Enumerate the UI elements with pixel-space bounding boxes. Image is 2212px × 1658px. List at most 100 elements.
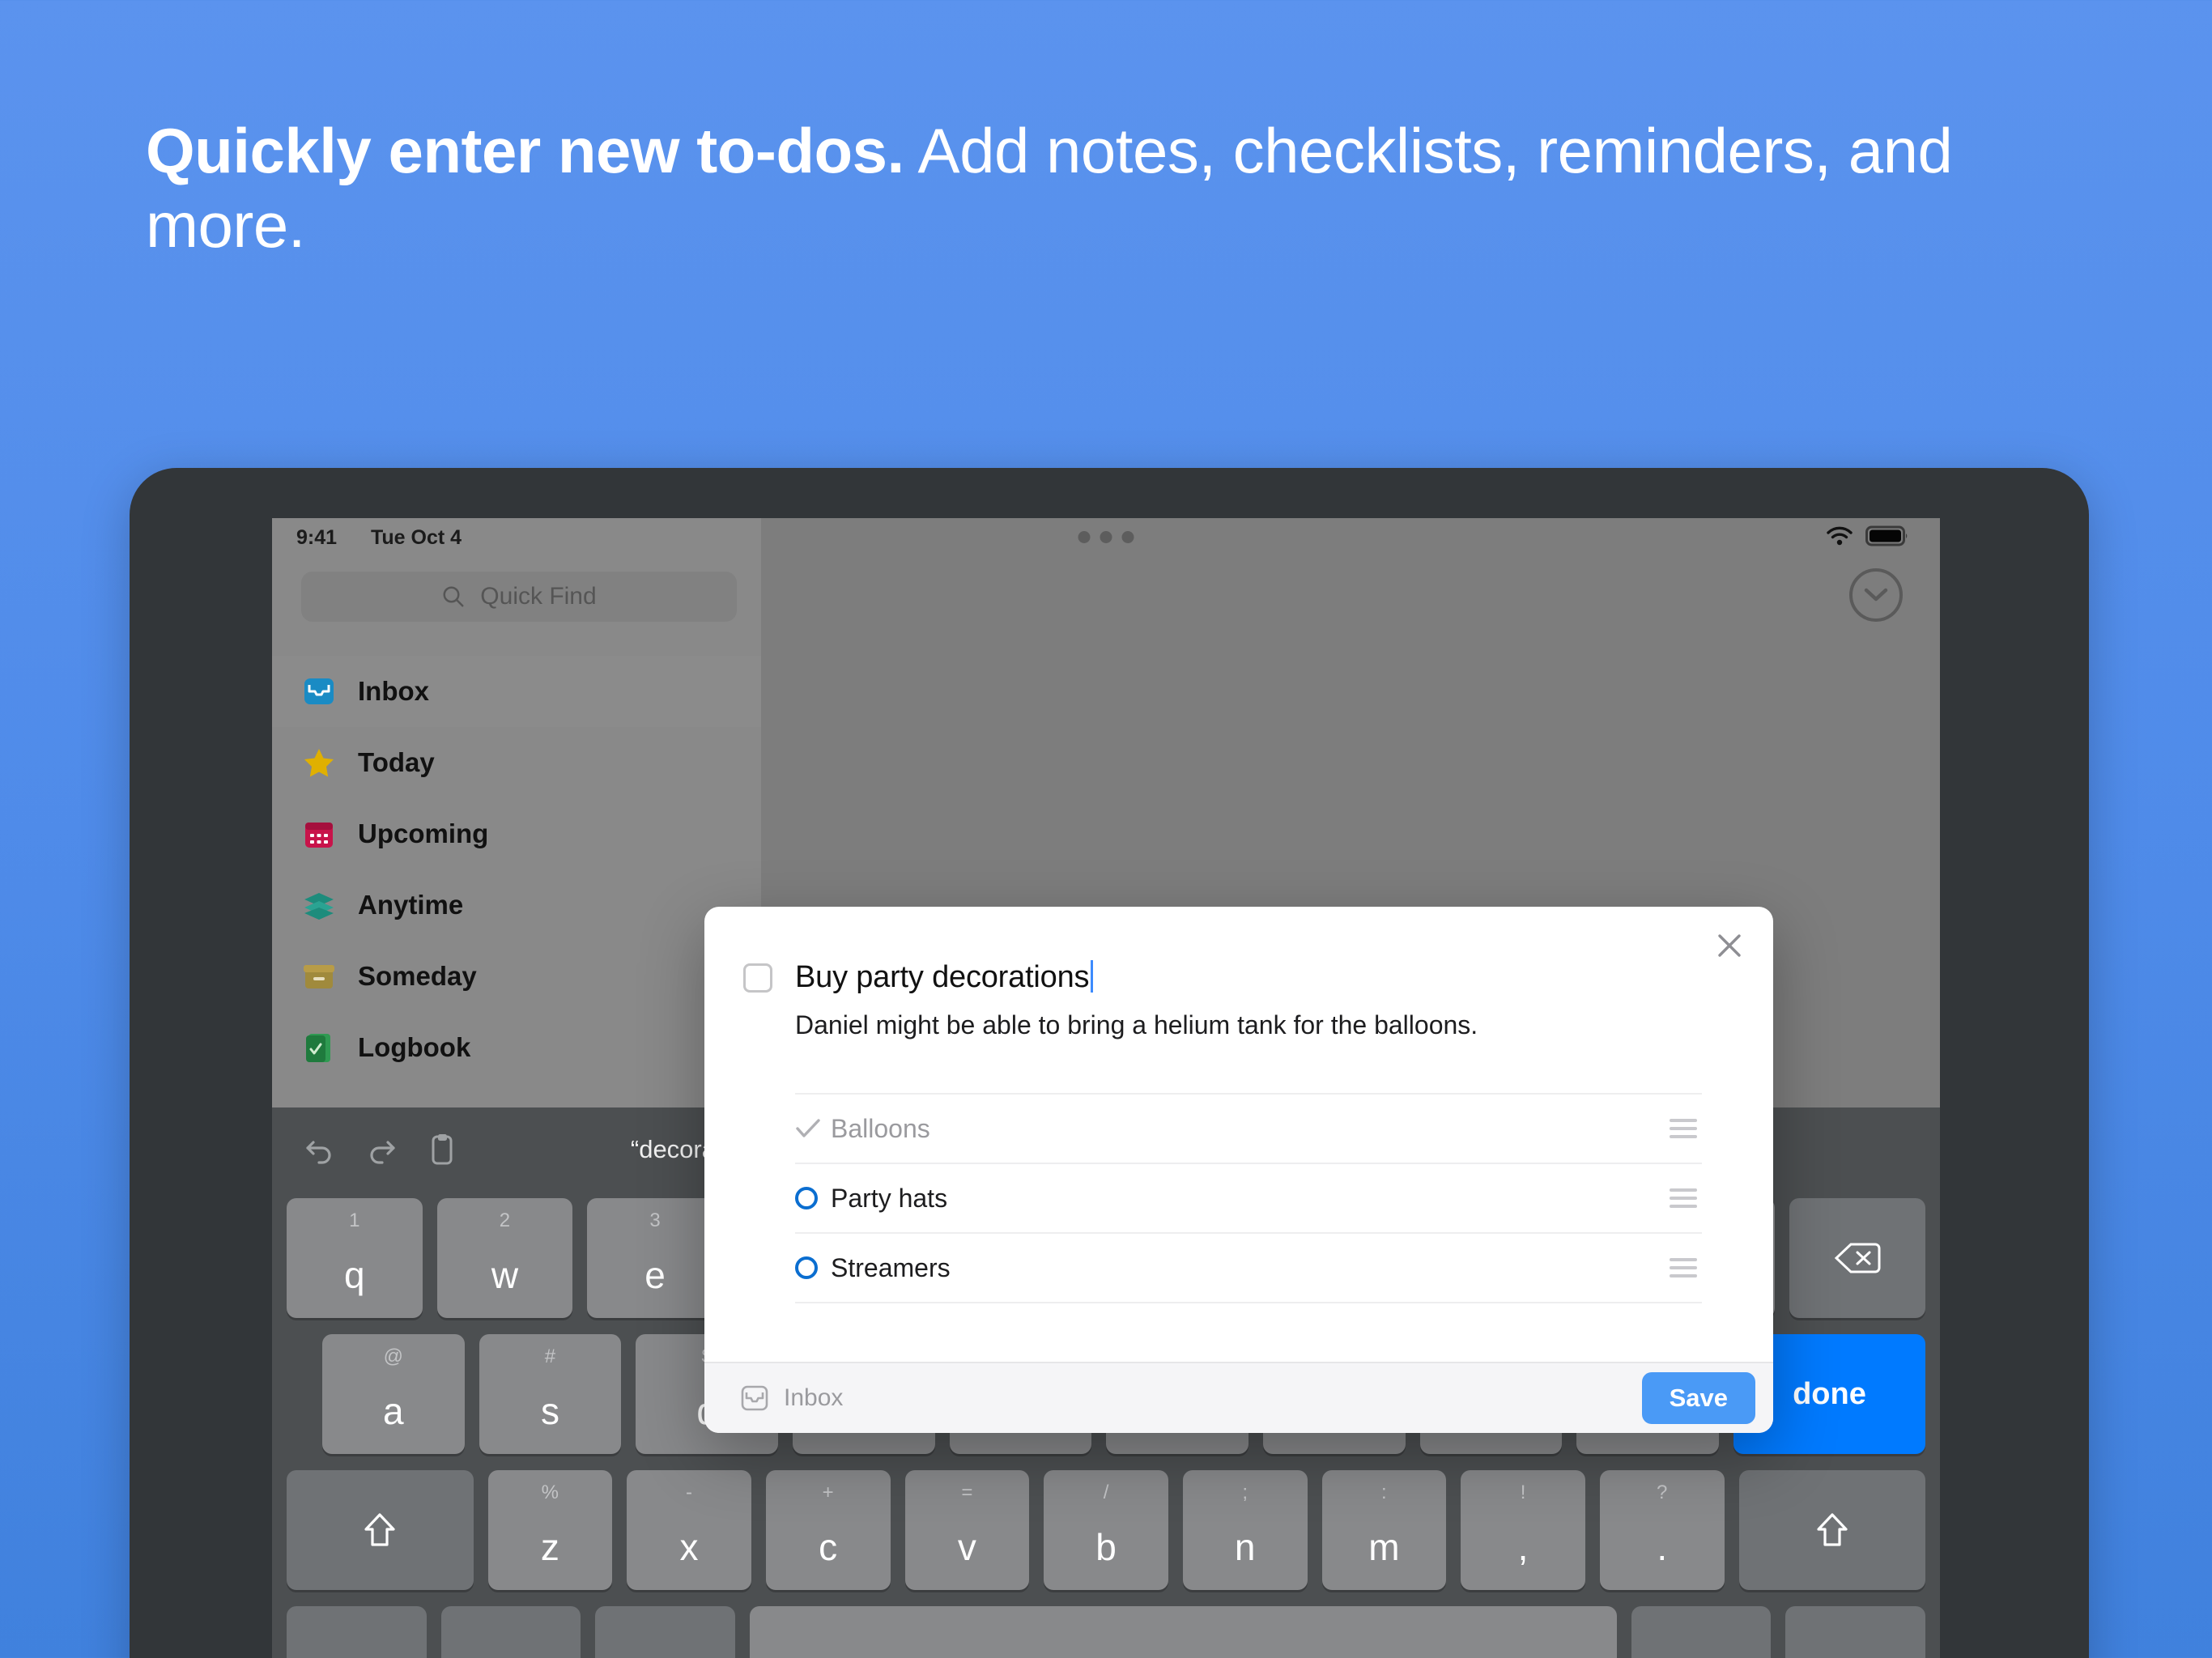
key-globe[interactable]: [287, 1606, 427, 1658]
drag-handle-icon[interactable]: [1670, 1119, 1697, 1138]
key-alt: 2: [499, 1209, 511, 1231]
status-bar: 9:41 Tue Oct 4: [272, 518, 1940, 557]
key-b[interactable]: / b: [1044, 1470, 1168, 1590]
key-label: v: [957, 1526, 976, 1568]
key-label: z: [540, 1526, 559, 1568]
destination-label: Inbox: [784, 1384, 844, 1411]
sidebar-item-someday[interactable]: Someday: [272, 941, 761, 1012]
tablet-device: Quick Find Inbox Today Upcoming Anytime …: [130, 468, 2089, 1658]
keyboard-row-3: % z -x + c = v / b ; n :m !, ?.: [272, 1470, 1940, 1590]
key-e[interactable]: 3e: [587, 1198, 723, 1318]
key-z[interactable]: % z: [487, 1470, 613, 1590]
key-label: c: [819, 1526, 838, 1568]
sidebar-item-inbox[interactable]: Inbox: [272, 656, 761, 727]
key-q[interactable]: 1q: [287, 1198, 423, 1318]
shift-icon: [1739, 1470, 1926, 1590]
key-label: a: [383, 1390, 404, 1432]
app-sidebar: Quick Find Inbox Today Upcoming Anytime …: [272, 518, 761, 1107]
key-x[interactable]: -x: [627, 1470, 751, 1590]
todo-title-value: Buy party decorations: [795, 960, 1090, 994]
status-time: 9:41: [296, 525, 338, 549]
key-alt: =: [961, 1482, 973, 1503]
multitask-handle-icon[interactable]: [1078, 531, 1134, 543]
todo-title-row: Buy party decorations: [743, 960, 1094, 995]
sidebar-item-logbook[interactable]: Logbook: [272, 1012, 761, 1083]
key-w[interactable]: 2w: [436, 1198, 573, 1318]
sidebar-item-label: Logbook: [358, 1032, 471, 1062]
shift-icon: [287, 1470, 474, 1590]
save-button[interactable]: Save: [1641, 1372, 1755, 1424]
checklist: Balloons Party hats Streamers: [795, 1093, 1702, 1303]
key-space[interactable]: [750, 1606, 1617, 1658]
key-m[interactable]: :m: [1321, 1470, 1447, 1590]
key-label: n: [1234, 1526, 1256, 1568]
sidebar-item-label: Inbox: [358, 676, 429, 706]
key-alt: ?: [1657, 1482, 1668, 1503]
checklist-item-label: Balloons: [831, 1113, 930, 1143]
circle-icon[interactable]: [795, 1256, 831, 1279]
key-label: w: [491, 1254, 519, 1296]
page-headline: Quickly enter new to-dos. Add notes, che…: [146, 113, 2008, 262]
key-a[interactable]: @ a: [322, 1334, 465, 1454]
check-icon[interactable]: [795, 1118, 831, 1139]
checklist-item[interactable]: Party hats: [795, 1164, 1702, 1234]
key-emoji[interactable]: [595, 1606, 736, 1658]
key-shift-right[interactable]: [1738, 1470, 1926, 1590]
tablet-screen: Quick Find Inbox Today Upcoming Anytime …: [272, 518, 1940, 1658]
key-backspace[interactable]: [1789, 1198, 1926, 1318]
key-alt: /: [1103, 1482, 1109, 1503]
sidebar-item-upcoming[interactable]: Upcoming: [272, 798, 761, 869]
checklist-item[interactable]: Balloons: [795, 1095, 1702, 1164]
checklist-item-label: Streamers: [831, 1252, 951, 1282]
search-icon: [443, 586, 464, 607]
key-alt: !: [1520, 1482, 1526, 1503]
keyboard-tools: [272, 1132, 457, 1167]
sidebar-item-today[interactable]: Today: [272, 727, 761, 798]
todo-title-input[interactable]: Buy party decorations: [795, 960, 1094, 995]
key-alt: ;: [1242, 1482, 1249, 1503]
sidebar-nav: Inbox Today Upcoming Anytime Someday Log…: [272, 656, 761, 1083]
key-label: q: [344, 1254, 365, 1296]
chevron-down-circle-icon[interactable]: [1849, 568, 1903, 622]
key-label: .: [1657, 1526, 1668, 1568]
paste-icon[interactable]: [426, 1132, 457, 1167]
key-n[interactable]: ; n: [1182, 1470, 1308, 1590]
close-icon[interactable]: [1708, 925, 1750, 967]
undo-icon[interactable]: [303, 1133, 337, 1167]
key-s[interactable]: # s: [479, 1334, 622, 1454]
battery-icon: [1865, 525, 1908, 546]
key-shift-left[interactable]: [287, 1470, 474, 1590]
circle-icon[interactable]: [795, 1187, 831, 1209]
key-numbers-right[interactable]: [1631, 1606, 1772, 1658]
keyboard-row-4: [272, 1606, 1940, 1658]
drag-handle-icon[interactable]: [1670, 1258, 1697, 1278]
key-period[interactable]: ?.: [1599, 1470, 1725, 1590]
key-c[interactable]: + c: [765, 1470, 891, 1590]
search-input[interactable]: Quick Find: [301, 572, 737, 622]
key-label: b: [1095, 1526, 1117, 1568]
redo-icon[interactable]: [364, 1133, 398, 1167]
todo-note-input[interactable]: Daniel might be able to bring a helium t…: [795, 1010, 1478, 1040]
key-alt: 3: [649, 1209, 661, 1231]
checkbox-icon[interactable]: [743, 963, 772, 993]
sidebar-item-label: Today: [358, 747, 435, 777]
key-numbers-left[interactable]: [440, 1606, 581, 1658]
key-alt: %: [541, 1482, 559, 1503]
drag-handle-icon[interactable]: [1670, 1188, 1697, 1208]
key-dismiss-keyboard[interactable]: [1785, 1606, 1925, 1658]
key-alt: @: [383, 1346, 404, 1367]
destination-picker[interactable]: Inbox: [740, 1384, 843, 1413]
inbox-outline-icon: [741, 1385, 768, 1411]
checklist-item[interactable]: Streamers: [795, 1234, 1702, 1303]
key-v[interactable]: = v: [904, 1470, 1030, 1590]
key-alt: -: [686, 1482, 692, 1503]
key-comma[interactable]: !,: [1461, 1470, 1585, 1590]
sidebar-item-anytime[interactable]: Anytime: [272, 869, 761, 941]
key-alt: #: [544, 1346, 556, 1367]
box-icon: [301, 959, 337, 994]
sidebar-item-label: Someday: [358, 961, 477, 991]
key-alt: +: [822, 1482, 834, 1503]
text-caret: [1091, 960, 1094, 993]
new-todo-modal: Buy party decorations Daniel might be ab…: [704, 907, 1773, 1433]
inbox-icon: [301, 674, 337, 709]
